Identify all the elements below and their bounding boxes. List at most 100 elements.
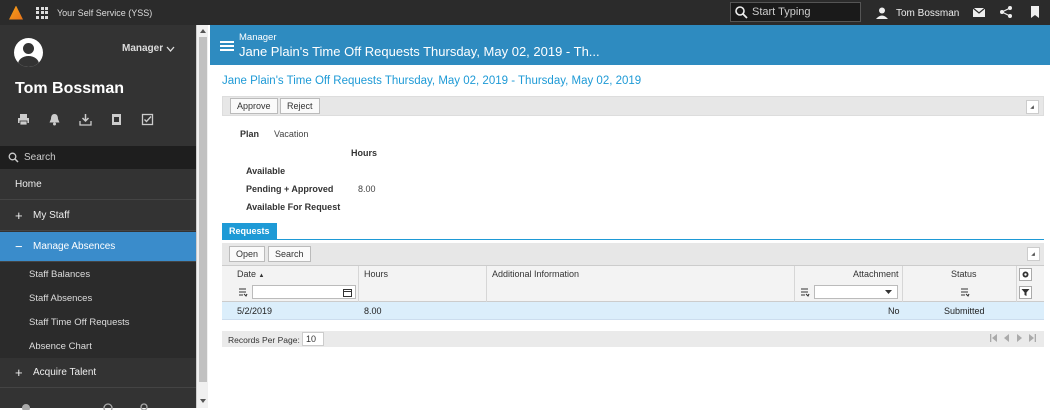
sidebar-footer (0, 389, 196, 410)
column-header-status[interactable]: Status (951, 269, 977, 279)
plan-value: Vacation (274, 129, 309, 139)
document-icon[interactable] (110, 113, 123, 126)
available-label: Available (246, 166, 286, 176)
sidebar-item-label: Manage Absences (33, 241, 116, 252)
request-toolbar: Approve Reject (222, 96, 1044, 116)
calendar-icon[interactable] (343, 288, 352, 297)
column-settings-icon[interactable] (1019, 268, 1032, 281)
grid-footer: Records Per Page: 10 (222, 331, 1044, 347)
cell-hours: 8.00 (364, 306, 382, 316)
attachment-filter-select[interactable] (814, 285, 898, 299)
sidebar-user-name: Tom Bossman (15, 80, 125, 97)
sidebar-subitem-staff-absences[interactable]: Staff Absences (0, 286, 196, 310)
plan-label: Plan (240, 129, 260, 139)
global-search-input[interactable] (752, 6, 857, 18)
column-header-additional-information[interactable]: Additional Information (492, 269, 579, 279)
help-icon[interactable] (102, 402, 114, 410)
logo[interactable] (9, 5, 23, 20)
approve-button[interactable]: Approve (230, 98, 278, 114)
sidebar-actions (17, 113, 154, 126)
mail-icon[interactable] (972, 5, 986, 19)
sidebar-search-input[interactable] (24, 152, 184, 163)
user-icon (876, 7, 888, 19)
global-search[interactable] (730, 2, 861, 22)
sidebar-scrollbar[interactable] (196, 25, 208, 408)
search-button[interactable]: Search (268, 246, 311, 262)
sort-ascending-icon: ▲ (258, 273, 265, 279)
expand-icon[interactable] (1027, 247, 1040, 261)
bookmark-icon[interactable] (1028, 5, 1042, 19)
bell-icon[interactable] (48, 113, 61, 126)
pager (990, 334, 1036, 342)
sidebar-item-label: Acquire Talent (33, 367, 97, 378)
records-per-page-label: Records Per Page: (228, 335, 300, 345)
column-header-date[interactable]: Date ▲ (237, 269, 264, 279)
app-title: Your Self Service (YSS) (57, 7, 153, 18)
sidebar-subitem-staff-time-off-requests[interactable]: Staff Time Off Requests (0, 310, 196, 334)
filter-options-icon[interactable] (960, 287, 970, 297)
filter-options-icon[interactable] (800, 287, 810, 297)
chevron-down-icon (166, 46, 175, 52)
expand-icon[interactable] (1026, 100, 1039, 114)
sidebar-item-my-staff[interactable]: + My Staff (0, 201, 196, 231)
user-menu[interactable]: Tom Bossman (876, 4, 959, 22)
first-page-icon[interactable] (990, 334, 997, 342)
next-page-icon[interactable] (1016, 334, 1023, 342)
sidebar-search[interactable] (0, 146, 196, 169)
scroll-down-arrow[interactable] (200, 399, 206, 403)
sidebar-subitem-label: Staff Balances (29, 268, 91, 280)
previous-page-icon[interactable] (1003, 334, 1010, 342)
role-selector[interactable]: Manager (122, 43, 175, 54)
sidebar-item-label: Home (15, 179, 42, 190)
settings-icon[interactable] (20, 402, 32, 410)
sidebar-item-manage-absences[interactable]: − Manage Absences (0, 232, 196, 262)
reject-button[interactable]: Reject (280, 98, 320, 114)
scroll-up-arrow[interactable] (200, 29, 206, 33)
table-row[interactable]: 5/2/2019 8.00 No Submitted (222, 302, 1044, 320)
clear-filter-icon[interactable] (1019, 286, 1032, 299)
avatar[interactable] (14, 38, 43, 67)
sidebar-subitem-absence-chart[interactable]: Absence Chart (0, 334, 196, 358)
user-name: Tom Bossman (896, 7, 960, 19)
date-filter-input[interactable] (252, 285, 356, 299)
sidebar-subitem-staff-balances[interactable]: Staff Balances (0, 262, 196, 286)
main-content: Jane Plain's Time Off Requests Thursday,… (210, 65, 1050, 408)
column-header-attachment[interactable]: Attachment (853, 269, 899, 279)
role-label: Manager (122, 43, 164, 54)
column-header-hours[interactable]: Hours (364, 269, 388, 279)
grid-toolbar: Open Search (222, 243, 1044, 265)
tab-requests[interactable]: Requests (222, 223, 277, 239)
last-page-icon[interactable] (1029, 334, 1036, 342)
scrollbar-thumb[interactable] (199, 37, 207, 382)
header-subtitle: Manager (239, 32, 277, 43)
available-for-request-label: Available For Request (246, 202, 341, 212)
records-per-page-input[interactable]: 10 (302, 332, 324, 346)
cell-attachment: No (888, 306, 900, 316)
sidebar-subitem-label: Staff Absences (29, 292, 93, 304)
apps-grid-icon[interactable] (36, 6, 48, 19)
sidebar-item-label: My Staff (33, 210, 70, 221)
lock-icon[interactable] (138, 402, 150, 410)
menu-icon[interactable] (220, 41, 234, 51)
grid-header: Date ▲ Hours Additional Information Atta… (222, 265, 1044, 303)
hours-header: Hours (351, 148, 378, 158)
dropdown-arrow-icon (885, 290, 892, 294)
share-icon[interactable] (999, 5, 1013, 19)
open-button[interactable]: Open (229, 246, 266, 262)
pending-approved-value: 8.00 (358, 184, 376, 194)
pending-approved-label: Pending + Approved (246, 184, 334, 194)
minus-icon: − (15, 239, 23, 254)
sidebar-subitem-label: Absence Chart (29, 340, 92, 352)
print-icon[interactable] (17, 113, 30, 126)
download-icon[interactable] (79, 113, 92, 126)
search-icon (735, 5, 748, 19)
filter-options-icon[interactable] (238, 287, 248, 297)
header-title: Jane Plain's Time Off Requests Thursday,… (239, 44, 600, 59)
checkbox-icon[interactable] (141, 113, 154, 126)
sidebar-item-acquire-talent[interactable]: + Acquire Talent (0, 358, 196, 388)
plus-icon: + (15, 365, 23, 380)
tab-bar: Requests (222, 223, 1044, 240)
cell-status: Submitted (944, 306, 985, 316)
sidebar-item-home[interactable]: Home (0, 170, 196, 200)
page-header: Manager Jane Plain's Time Off Requests T… (210, 25, 1050, 65)
